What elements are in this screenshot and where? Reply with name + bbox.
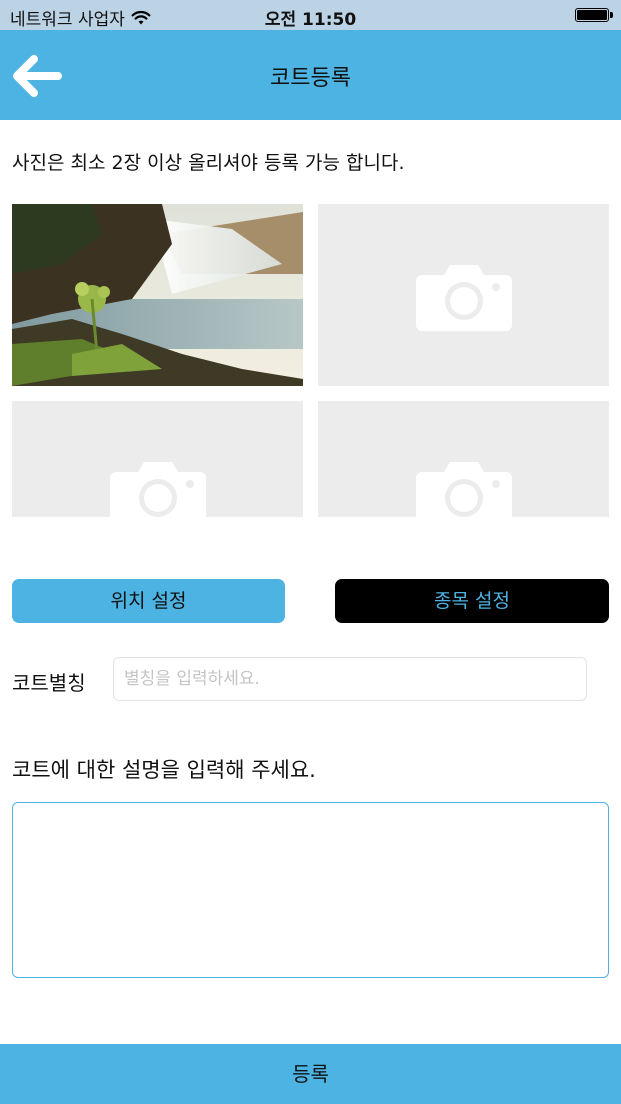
battery-icon	[575, 8, 613, 22]
nickname-input[interactable]	[113, 657, 587, 701]
page-title: 코트등록	[270, 66, 351, 91]
submit-button[interactable]: 등록	[0, 1044, 621, 1104]
camera-icon	[416, 265, 512, 331]
camera-icon	[110, 462, 206, 517]
status-bar: 네트워크 사업자 오전 11:50	[0, 0, 621, 30]
description-label: 코트에 대한 설명을 입력해 주세요.	[12, 758, 316, 782]
category-setting-button[interactable]: 종목 설정	[335, 579, 609, 623]
photo-slot-2[interactable]	[318, 204, 609, 386]
photo-slot-4[interactable]	[318, 401, 609, 517]
photo-requirement-notice: 사진은 최소 2장 이상 올리셔야 등록 가능 합니다.	[12, 152, 405, 174]
photo-slot-1[interactable]	[12, 204, 303, 386]
waterfall-photo	[12, 204, 303, 386]
description-textarea[interactable]	[12, 802, 609, 978]
status-time: 오전 11:50	[264, 10, 357, 30]
camera-icon	[416, 462, 512, 517]
nickname-label: 코트별칭	[12, 671, 86, 695]
app-header: 코트등록	[0, 30, 621, 120]
photo-slot-3[interactable]	[12, 401, 303, 517]
location-setting-button[interactable]: 위치 설정	[12, 579, 285, 623]
